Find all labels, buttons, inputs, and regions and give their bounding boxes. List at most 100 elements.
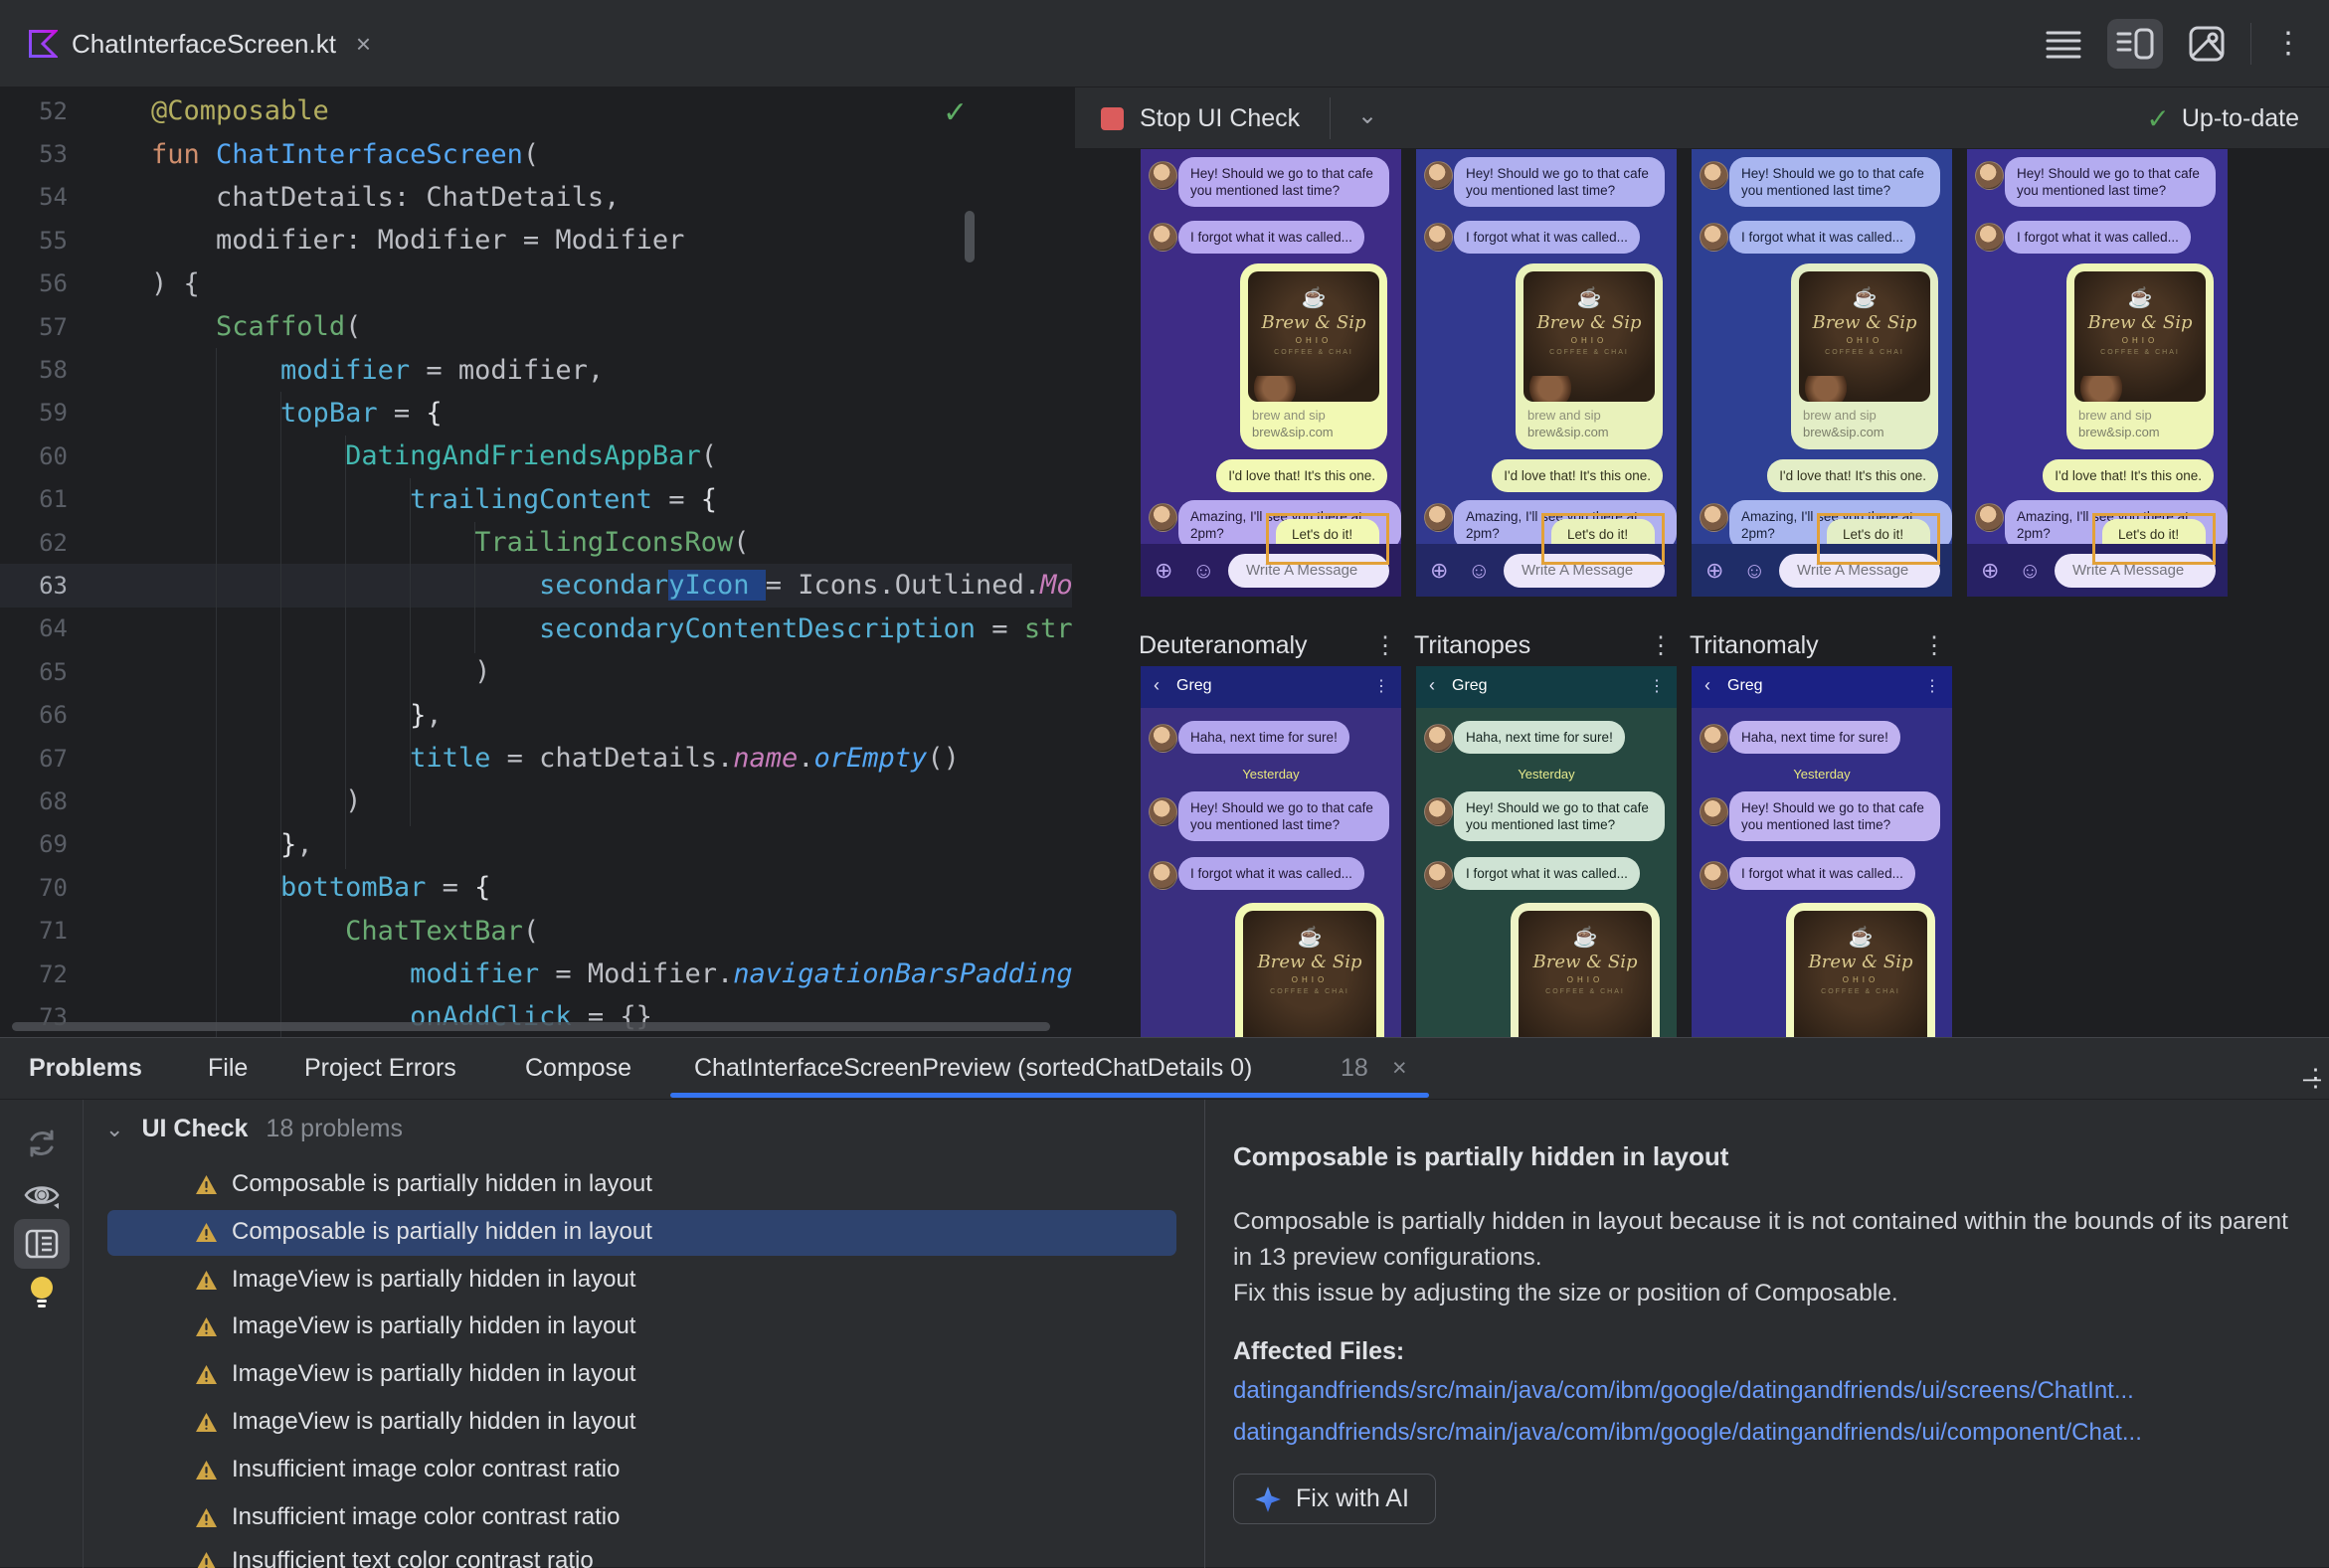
code-line[interactable]: 66 }, xyxy=(0,693,1072,736)
stop-ui-check-button[interactable]: Stop UI Check xyxy=(1101,87,1300,149)
problems-group-header[interactable]: ⌄ UI Check 18 problems xyxy=(105,1115,403,1143)
code-line[interactable]: 64 secondaryContentDescription = strin xyxy=(0,608,1072,650)
menu-icon[interactable]: ⋮ xyxy=(1924,676,1940,696)
menu-icon[interactable]: ⋮ xyxy=(1649,676,1665,696)
menu-icon[interactable]: ⋮ xyxy=(1373,676,1389,696)
phone-preview[interactable]: ‹ Greg ⋮ Haha, next time for sure! Yeste… xyxy=(1141,666,1401,1037)
editor-vertical-scrollbar[interactable] xyxy=(965,211,975,262)
phone-preview[interactable]: Hey! Should we go to that cafe you menti… xyxy=(1967,149,2228,597)
code-line[interactable]: 71 ChatTextBar( xyxy=(0,909,1072,952)
preview-menu-icon[interactable]: ⋮ xyxy=(1649,631,1673,660)
code-line[interactable]: 57 Scaffold( xyxy=(0,305,1072,348)
line-number: 64 xyxy=(0,614,68,642)
code-line[interactable]: 68 ) xyxy=(0,780,1072,822)
add-icon[interactable]: ⊕ xyxy=(1981,558,1999,584)
fix-with-ai-label: Fix with AI xyxy=(1296,1484,1409,1513)
contact-name: Greg xyxy=(1452,677,1488,695)
code-line[interactable]: 58 modifier = modifier, xyxy=(0,348,1072,391)
more-options-icon[interactable]: ⋮ xyxy=(2273,29,2303,59)
emoji-icon[interactable]: ☺ xyxy=(1743,558,1765,584)
preview-menu-icon[interactable]: ⋮ xyxy=(1922,631,1946,660)
problem-item[interactable]: ImageView is partially hidden in layout xyxy=(195,1351,635,1397)
link-card: ☕ Brew & Sip OHIO COFFEE & CHAI brew and… xyxy=(1791,263,1938,449)
line-number: 53 xyxy=(0,140,68,168)
problem-item[interactable]: ImageView is partially hidden in layout xyxy=(195,1304,635,1349)
code-line[interactable]: 63 secondaryIcon = Icons.Outlined.More xyxy=(0,564,1072,607)
preview-menu-icon[interactable]: ⋮ xyxy=(1373,631,1397,660)
minimize-icon[interactable]: ─ xyxy=(2303,1066,2321,1095)
phone-preview[interactable]: Hey! Should we go to that cafe you menti… xyxy=(1416,149,1677,597)
problem-item[interactable]: Insufficient text color contrast ratio xyxy=(195,1538,594,1568)
phone-preview[interactable]: ‹ Greg ⋮ Haha, next time for sure! Yeste… xyxy=(1692,666,1952,1037)
code-line[interactable]: 59 topBar = { xyxy=(0,392,1072,435)
code-line[interactable]: 56) { xyxy=(0,262,1072,305)
close-tab-icon[interactable]: × xyxy=(356,29,371,60)
phone-preview[interactable]: Hey! Should we go to that cafe you menti… xyxy=(1692,149,1952,597)
problem-item-label: Insufficient image color contrast ratio xyxy=(232,1456,620,1483)
editor-tab[interactable]: ChatInterfaceScreen.kt × xyxy=(18,14,381,74)
emoji-icon[interactable]: ☺ xyxy=(2019,558,2041,584)
chevron-down-icon[interactable]: ⌄ xyxy=(1357,101,1377,130)
chat-bubble: I'd love that! It's this one. xyxy=(1216,459,1387,492)
code-line[interactable]: 67 title = chatDetails.name.orEmpty() xyxy=(0,737,1072,780)
problem-item[interactable]: Insufficient image color contrast ratio xyxy=(195,1447,620,1492)
emoji-icon[interactable]: ☺ xyxy=(1192,558,1214,584)
avatar xyxy=(1424,861,1453,890)
code-view-icon[interactable] xyxy=(2042,22,2085,66)
problems-list[interactable]: ⌄ UI Check 18 problems Composable is par… xyxy=(84,1100,1204,1568)
code-line[interactable]: 70 bottomBar = { xyxy=(0,866,1072,909)
editor-horizontal-scrollbar[interactable] xyxy=(12,1022,1050,1031)
coffee-photo xyxy=(2080,376,2122,402)
ui-check-highlight-box xyxy=(2092,513,2216,565)
split-view-icon[interactable] xyxy=(2107,19,2163,69)
back-icon[interactable]: ‹ xyxy=(1429,675,1435,696)
close-tab-icon[interactable]: × xyxy=(1392,1054,1407,1083)
code-line[interactable]: 69 }, xyxy=(0,823,1072,866)
preview-view-icon[interactable] xyxy=(2185,22,2229,66)
preview-canvas[interactable]: Hey! Should we go to that cafe you menti… xyxy=(1075,149,2329,1037)
preview-eye-icon[interactable] xyxy=(20,1173,64,1217)
code-lines: 52@Composable53fun ChatInterfaceScreen(5… xyxy=(0,89,1072,1037)
phone-preview[interactable]: Hey! Should we go to that cafe you menti… xyxy=(1141,149,1401,597)
code-line[interactable]: 60 DatingAndFriendsAppBar( xyxy=(0,435,1072,477)
indent-guide xyxy=(280,392,281,1037)
problem-item[interactable]: ImageView is partially hidden in layout xyxy=(195,1399,635,1445)
problem-item[interactable]: ImageView is partially hidden in layout xyxy=(195,1257,635,1303)
inspections-ok-icon[interactable]: ✓ xyxy=(943,95,968,130)
code-editor[interactable]: 52@Composable53fun ChatInterfaceScreen(5… xyxy=(0,87,1072,1037)
code-line[interactable]: 53fun ChatInterfaceScreen( xyxy=(0,132,1072,175)
day-separator: Yesterday xyxy=(1141,767,1401,782)
back-icon[interactable]: ‹ xyxy=(1704,675,1710,696)
code-line[interactable]: 72 modifier = Modifier.navigationBarsPad… xyxy=(0,953,1072,995)
add-icon[interactable]: ⊕ xyxy=(1705,558,1723,584)
code-line[interactable]: 54 chatDetails: ChatDetails, xyxy=(0,176,1072,219)
code-line[interactable]: 52@Composable xyxy=(0,89,1072,132)
problem-item[interactable]: Insufficient image color contrast ratio xyxy=(195,1494,620,1540)
tab-project-errors[interactable]: Project Errors xyxy=(304,1054,456,1083)
details-view-icon[interactable] xyxy=(14,1219,70,1269)
affected-file-link[interactable]: datingandfriends/src/main/java/com/ibm/g… xyxy=(1233,1416,2307,1450)
back-icon[interactable]: ‹ xyxy=(1154,675,1160,696)
problem-item[interactable]: Composable is partially hidden in layout xyxy=(195,1209,652,1255)
code-line[interactable]: 65 ) xyxy=(0,650,1072,693)
add-icon[interactable]: ⊕ xyxy=(1155,558,1172,584)
phone-preview[interactable]: ‹ Greg ⋮ Haha, next time for sure! Yeste… xyxy=(1416,666,1677,1037)
affected-file-link[interactable]: datingandfriends/src/main/java/com/ibm/g… xyxy=(1233,1374,2307,1408)
main-toolbar: ChatInterfaceScreen.kt × ⋮ xyxy=(0,0,2329,87)
panel-divider[interactable] xyxy=(1204,1100,1205,1568)
problem-item[interactable]: Composable is partially hidden in layout xyxy=(195,1161,652,1207)
link-card: ☕ Brew & Sip OHIO COFFEE & CHAI brew and… xyxy=(1516,263,1663,449)
tab-file[interactable]: File xyxy=(208,1054,248,1083)
code-line[interactable]: 61 trailingContent = { xyxy=(0,478,1072,521)
add-icon[interactable]: ⊕ xyxy=(1430,558,1448,584)
tab-compose[interactable]: Compose xyxy=(525,1054,631,1083)
tab-ui-check-active[interactable]: ChatInterfaceScreenPreview (sortedChatDe… xyxy=(694,1054,1252,1083)
refresh-icon[interactable] xyxy=(20,1122,64,1165)
avatar xyxy=(1149,161,1177,190)
chevron-down-icon[interactable]: ⌄ xyxy=(105,1117,123,1142)
code-line[interactable]: 55 modifier: Modifier = Modifier xyxy=(0,219,1072,261)
lightbulb-icon[interactable] xyxy=(20,1271,64,1314)
fix-with-ai-button[interactable]: Fix with AI xyxy=(1233,1474,1436,1524)
code-line[interactable]: 62 TrailingIconsRow( xyxy=(0,521,1072,564)
emoji-icon[interactable]: ☺ xyxy=(1468,558,1490,584)
